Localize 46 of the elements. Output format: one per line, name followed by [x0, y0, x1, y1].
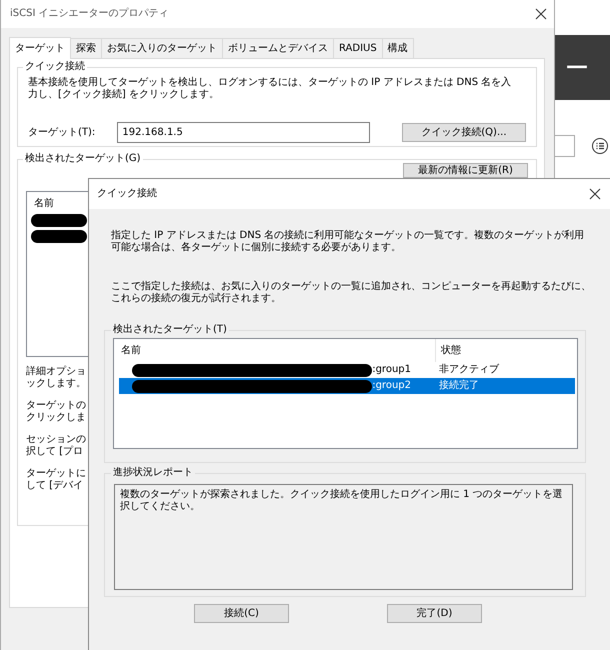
- column-header: 名前: [116, 339, 436, 362]
- close-icon[interactable]: [589, 188, 601, 200]
- tab[interactable]: ボリュームとデバイス: [223, 38, 334, 58]
- dialog-button[interactable]: 完了(D): [387, 604, 482, 623]
- hint-text: ターゲットの: [26, 400, 86, 412]
- list-icon[interactable]: [592, 138, 608, 154]
- hint-text: ックします。: [26, 378, 86, 390]
- redaction-mark: [31, 214, 87, 227]
- table-row[interactable]: :group1 非アクティブ: [119, 362, 575, 378]
- quick-connect-button[interactable]: クイック接続(Q)...: [402, 123, 526, 142]
- progress-report: 複数のターゲットが探索されました。クイック接続を使用したログイン用に 1 つのターゲットを選択してください。: [114, 484, 573, 590]
- group-label: クイック接続: [23, 61, 87, 73]
- description-text: ここで指定した接続は、お気に入りのターゲットの一覧に追加され、コンピューターを再起動するたびに、これらの接続の復元が試行されます。: [111, 281, 591, 305]
- hint-text: ターゲットに: [26, 468, 86, 480]
- tab[interactable]: 探索: [71, 38, 102, 58]
- table-cell: 非アクティブ: [439, 364, 499, 376]
- table-cell: :group2: [372, 380, 411, 392]
- group-label: 検出されたターゲット(T): [111, 324, 229, 336]
- tab[interactable]: RADIUS: [334, 38, 383, 58]
- dialog-button[interactable]: 接続(C): [194, 604, 289, 623]
- hint-text: 詳細オプショ: [26, 366, 86, 378]
- hint-text: クリックしま: [26, 412, 86, 424]
- dialog-title: クイック接続: [97, 188, 157, 200]
- hint-text: 択して [プロ: [26, 446, 84, 458]
- column-header: 状態: [440, 344, 461, 356]
- group-label: 進捗状況レポート: [111, 467, 195, 479]
- table-cell: :group1: [372, 364, 411, 376]
- target-label: ターゲット(T):: [28, 126, 96, 138]
- tab[interactable]: 構成: [382, 38, 414, 58]
- column-header: 名前: [34, 198, 54, 209]
- close-icon[interactable]: [535, 8, 547, 20]
- refresh-button[interactable]: 最新の情報に更新(R): [403, 163, 528, 178]
- group-label: 検出されたターゲット(G): [23, 153, 143, 165]
- description-text: 指定した IP アドレスまたは DNS 名の接続に利用可能なターゲットの一覧です。複数のターゲットが利用可能な場合は、各ターゲットに個別に接続する必要があります。: [111, 230, 586, 254]
- description-text: 基本接続を使用してターゲットを検出し、ログオンするには、ターゲットの IP アドレスまたは DNS 名を入力し、[クイック接続] をクリックします。: [28, 77, 512, 101]
- tab[interactable]: ターゲット: [9, 37, 71, 59]
- tab[interactable]: お気に入りのターゲット: [102, 38, 223, 58]
- table-cell: 接続完了: [439, 380, 479, 392]
- input-field[interactable]: [555, 135, 575, 157]
- hint-text: して [デバイ: [26, 480, 84, 492]
- table-row[interactable]: :group2 接続完了: [119, 378, 575, 394]
- heading-text: ー: [565, 54, 589, 82]
- hint-text: セッションの: [26, 434, 86, 446]
- window-title: iSCSI イニシエーターのプロパティ: [10, 8, 169, 20]
- redaction-mark: [31, 230, 87, 243]
- target-input[interactable]: 192.168.1.5: [117, 122, 370, 143]
